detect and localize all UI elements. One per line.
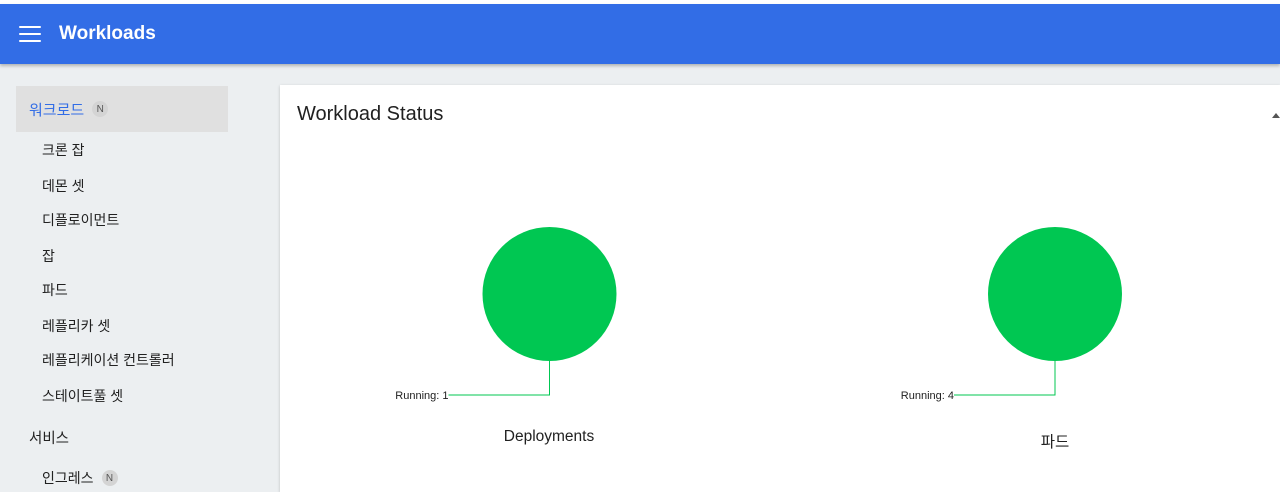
sidebar-item-replicationcontrollers[interactable]: 레플리케이션 컨트롤러	[42, 350, 175, 370]
pods-leader-line	[954, 361, 1056, 396]
workload-status-charts: Running: 1 Running: 4	[395, 227, 1122, 402]
sidebar-item-cronjobs[interactable]: 크론 잡	[42, 140, 85, 160]
sidebar: 워크로드 N 크론 잡 데몬 셋 디플로이먼트 잡 파드 레플리카 셋 레플리케…	[0, 64, 244, 492]
workload-status-card: Workload Status Running: 1 Running: 4 De…	[280, 85, 1280, 492]
top-toolbar: Workloads	[0, 4, 1280, 64]
sidebar-item-deployments[interactable]: 디플로이먼트	[42, 210, 119, 230]
sidebar-header-workloads[interactable]: 워크로드 N	[16, 86, 228, 132]
pods-running-label: Running: 4	[901, 390, 954, 402]
main-layout: 워크로드 N 크론 잡 데몬 셋 디플로이먼트 잡 파드 레플리카 셋 레플리케…	[0, 64, 1280, 492]
sidebar-item-ingresses[interactable]: 인그레스 N	[42, 468, 118, 488]
deployments-chart-title: Deployments	[503, 428, 595, 445]
deployments-running-label: Running: 1	[395, 390, 448, 402]
new-badge: N	[92, 101, 109, 117]
sidebar-item-label: 파드	[42, 282, 68, 298]
deployments-leader-line	[448, 361, 550, 396]
sidebar-item-label: 인그레스	[42, 470, 94, 486]
deployments-pie-slice-running[interactable]	[482, 227, 617, 361]
hamburger-menu-icon[interactable]	[19, 26, 41, 42]
sidebar-item-replicasets[interactable]: 레플리카 셋	[42, 316, 110, 336]
sidebar-item-label: 데몬 셋	[42, 178, 85, 194]
pods-chart-title: 파드	[1040, 434, 1070, 451]
sidebar-header-label: 워크로드	[29, 101, 85, 119]
sidebar-item-label: 디플로이먼트	[42, 212, 120, 228]
sidebar-item-statefulsets[interactable]: 스테이트풀 셋	[42, 386, 123, 406]
sidebar-item-label: 잡	[42, 248, 55, 264]
new-badge: N	[101, 470, 118, 486]
sidebar-item-pods[interactable]: 파드	[42, 280, 68, 300]
sidebar-item-label: 스테이트풀 셋	[42, 388, 124, 404]
pods-pie-slice-running[interactable]	[988, 227, 1122, 361]
sidebar-item-jobs[interactable]: 잡	[42, 246, 55, 266]
sidebar-section-services[interactable]: 서비스	[29, 427, 69, 448]
sidebar-item-daemonsets[interactable]: 데몬 셋	[42, 176, 85, 196]
sidebar-item-label: 레플리카 셋	[42, 318, 111, 334]
sidebar-item-label: 레플리케이션 컨트롤러	[42, 352, 175, 368]
app-title: Workloads	[59, 23, 156, 44]
sidebar-item-label: 크론 잡	[42, 142, 85, 158]
